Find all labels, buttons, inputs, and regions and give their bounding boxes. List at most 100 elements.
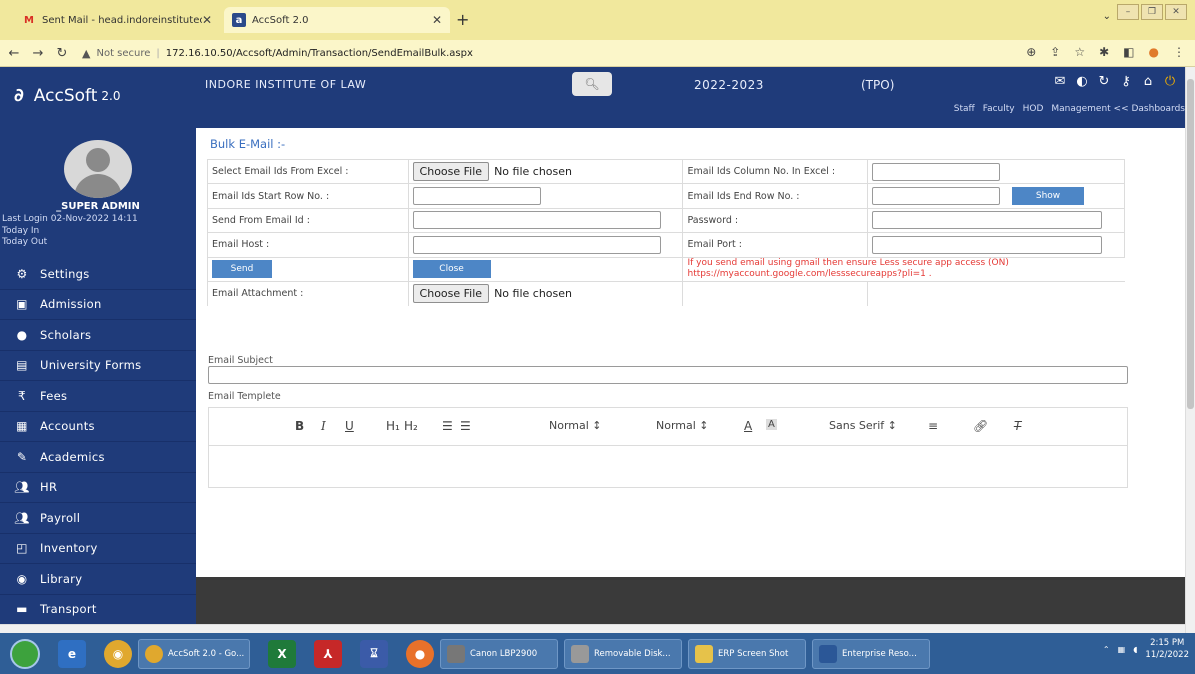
app-logo[interactable]: ∂ AccSoft 2.0 (14, 85, 120, 106)
sidebar-item-payroll[interactable]: 👥︎ Payroll (0, 503, 196, 534)
link-management-dashboards[interactable]: Management << Dashboards (1051, 104, 1185, 114)
tab-search-chevron-icon[interactable]: ⌄ (1103, 11, 1111, 22)
tray-chevron-icon[interactable]: ⌃ (1103, 645, 1110, 654)
sidebar-item-hr[interactable]: 👥︎ HR (0, 473, 196, 503)
email-port-input[interactable] (872, 235, 1103, 254)
home-icon[interactable]: ⌂ (1139, 73, 1157, 91)
clock[interactable]: 2:15 PM 11/2/2022 (1145, 637, 1189, 661)
today-in: Today In (2, 226, 40, 236)
task-label: Canon LBP2900 (470, 648, 538, 659)
taskbar-task[interactable]: Canon LBP2900 (440, 638, 558, 669)
background-color-icon[interactable]: A (766, 419, 777, 430)
size-select-1[interactable]: Normal ↕ (549, 419, 602, 432)
volume-icon[interactable]: ◖ (1133, 645, 1137, 654)
end-row-input[interactable] (872, 187, 1001, 206)
ordered-list-icon[interactable]: ☰ (442, 419, 453, 433)
taskbar-task[interactable]: AccSoft 2.0 - Go... (138, 638, 250, 669)
choose-file-button[interactable]: Choose File (412, 162, 490, 182)
send-button[interactable]: Send (212, 260, 272, 279)
task-label: Removable Disk... (594, 648, 671, 659)
kebab-menu-icon[interactable]: ⋮ (1173, 45, 1185, 59)
underline-button[interactable]: U (345, 419, 354, 433)
email-subject-input[interactable] (208, 366, 1128, 384)
password-input[interactable] (872, 211, 1103, 230)
sidebar-item-university-forms[interactable]: ▤ University Forms (0, 351, 196, 381)
power-icon[interactable]: ⏻ (1161, 73, 1179, 91)
clear-format-icon[interactable]: T̶ (1014, 419, 1021, 433)
network-icon[interactable]: ▦ (1118, 645, 1126, 654)
scrollbar-thumb[interactable] (1187, 79, 1194, 409)
window-close-button[interactable]: ✕ (1165, 4, 1187, 20)
header-icons: ✉ ◐ ↻ ⚷ ⌂ ⏻ (1051, 73, 1179, 91)
zoom-icon[interactable]: ⊕ (1026, 45, 1036, 59)
ie-icon[interactable]: e (58, 639, 86, 668)
browser-tab-gmail[interactable]: M Sent Mail - head.indoreinstitutec ✕ (14, 7, 220, 33)
sidepanel-icon[interactable]: ◧ (1123, 45, 1134, 59)
reload-icon[interactable]: ↻ (52, 46, 72, 61)
firefox-icon[interactable]: ● (406, 639, 434, 668)
gmail-notice-line2[interactable]: https://myaccount.google.com/lesssecurea… (687, 269, 1120, 280)
back-arrow-icon[interactable]: ← (4, 46, 24, 61)
acrobat-icon[interactable]: ⅄ (314, 639, 342, 668)
toggle-icon[interactable]: ◐ (1073, 73, 1091, 91)
sidebar-item-settings[interactable]: ⚙ Settings (0, 259, 196, 290)
sidebar-item-academics[interactable]: ✎ Academics (0, 442, 196, 473)
maximize-button[interactable]: ❐ (1141, 4, 1163, 20)
taskbar-task[interactable]: Enterprise Reso... (812, 638, 930, 669)
link-faculty[interactable]: Faculty (983, 104, 1015, 114)
excel-icon[interactable]: X (268, 639, 296, 668)
minimize-button[interactable]: – (1117, 4, 1139, 20)
link-icon[interactable]: 🔗︎ (973, 419, 988, 433)
new-tab-button[interactable]: + (456, 10, 469, 29)
browser-tab-accsoft[interactable]: a AccSoft 2.0 ✕ (224, 7, 450, 33)
heading2-button[interactable]: H₂ (404, 419, 418, 433)
sidebar-item-inventory[interactable]: ◰ Inventory (0, 534, 196, 564)
bold-button[interactable]: B (295, 419, 304, 433)
sidebar-item-fees[interactable]: ₹ Fees (0, 381, 196, 412)
close-icon[interactable]: ✕ (432, 13, 442, 27)
start-row-input[interactable] (412, 187, 541, 206)
editor-body[interactable] (209, 446, 1127, 488)
send-from-email-input[interactable] (412, 211, 661, 230)
refresh-icon[interactable]: ↻ (1095, 73, 1113, 91)
heading1-button[interactable]: H₁ (386, 419, 400, 433)
taskbar-task[interactable]: Removable Disk... (564, 638, 682, 669)
email-host-input[interactable] (412, 235, 661, 254)
share-icon[interactable]: ⇪ (1050, 45, 1060, 59)
chrome-icon[interactable]: ◉ (104, 639, 132, 668)
link-staff[interactable]: Staff (954, 104, 975, 114)
sidebar-item-admission[interactable]: ▣ Admission (0, 290, 196, 320)
bullet-list-icon[interactable]: ☰ (460, 419, 471, 433)
italic-button[interactable]: I (321, 419, 326, 433)
sidebar-item-scholars[interactable]: ● Scholars (0, 320, 196, 351)
send-from-cell (407, 207, 684, 234)
search-icon[interactable]: 🔍︎ (572, 72, 612, 96)
no-file-text: No file chosen (494, 287, 572, 301)
task-label: AccSoft 2.0 - Go... (168, 648, 245, 659)
start-button[interactable] (10, 638, 40, 669)
url-field[interactable]: ▲ Not secure | 172.16.10.50/Accsoft/Admi… (82, 47, 473, 60)
link-hod[interactable]: HOD (1023, 104, 1044, 114)
forward-arrow-icon[interactable]: → (28, 46, 48, 61)
sidebar-item-library[interactable]: ◉ Library (0, 564, 196, 595)
mail-icon[interactable]: ✉ (1051, 73, 1069, 91)
close-icon[interactable]: ✕ (202, 13, 212, 27)
align-icon[interactable]: ≡ (928, 419, 938, 433)
vertical-scrollbar[interactable] (1185, 67, 1195, 633)
text-color-icon[interactable]: A (744, 419, 752, 433)
horizontal-scrollbar[interactable] (0, 624, 1185, 633)
sidebar-item-transport[interactable]: ▬ Transport (0, 595, 196, 625)
star-icon[interactable]: ☆ (1074, 45, 1085, 59)
extensions-icon[interactable]: ✱ (1099, 45, 1109, 59)
size-select-2[interactable]: Normal ↕ (656, 419, 709, 432)
key-icon[interactable]: ⚷ (1117, 73, 1135, 91)
choose-file-button[interactable]: Choose File (412, 284, 490, 304)
taskbar-task[interactable]: ERP Screen Shot (688, 638, 806, 669)
close-button[interactable]: Close (412, 260, 491, 279)
show-button[interactable]: Show (1012, 187, 1085, 206)
profile-avatar-icon[interactable]: ● (1149, 45, 1159, 59)
column-no-input[interactable] (872, 162, 1001, 181)
hourglass-app-icon[interactable]: ⌛︎ (360, 639, 388, 668)
sidebar-item-accounts[interactable]: ▦ Accounts (0, 412, 196, 442)
font-select[interactable]: Sans Serif ↕ (829, 419, 897, 432)
